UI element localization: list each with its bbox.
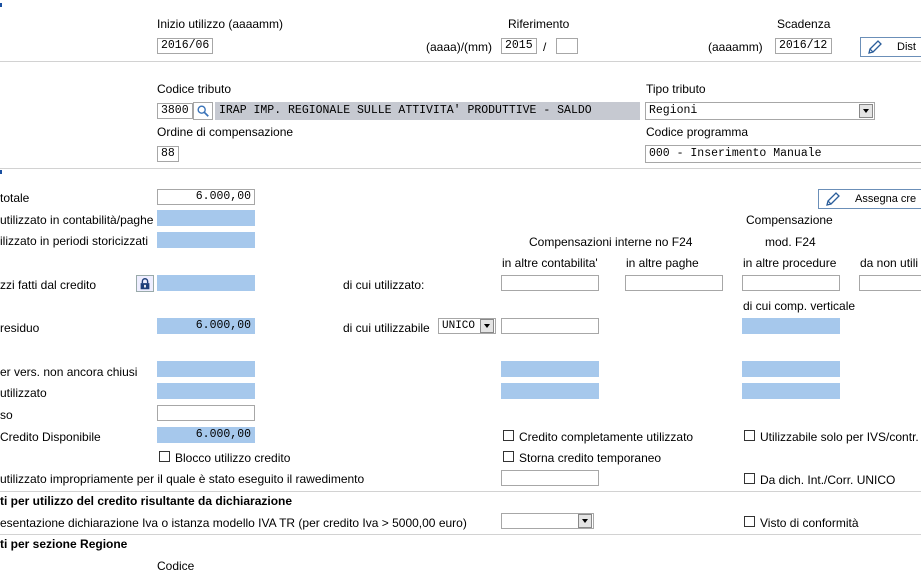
codice-tributo-input[interactable]: 3800 [157, 103, 193, 119]
altre-procedure-header: in altre procedure [743, 256, 837, 270]
regione-codice-label: Codice [157, 559, 195, 573]
verticale-label: di cui comp. verticale [743, 299, 856, 313]
ivs-label: Utilizzabile solo per IVS/contr. [760, 430, 919, 444]
section-marker [0, 170, 2, 174]
dist-button[interactable]: Dist [860, 37, 921, 57]
riferimento-format: (aaaa)/(mm) [426, 40, 493, 54]
utilizzato-procedure-input[interactable] [742, 275, 840, 291]
ivs-checkbox[interactable] [744, 430, 755, 441]
riferimento-separator: / [543, 40, 547, 54]
dichiarazione-section-title: ti per utilizzo del credito risultante d… [0, 494, 293, 508]
chevron-down-icon[interactable] [578, 514, 592, 528]
vers-procedure-field [742, 361, 840, 377]
programma-select[interactable]: 000 - Inserimento Manuale [645, 145, 921, 163]
inizio-label: Inizio utilizzo (aaaamm) [157, 17, 284, 31]
storicizzati-label: ilizzato in periodi storicizzati [0, 234, 149, 248]
assegna-button[interactable]: Assegna cre [818, 189, 921, 209]
storna-checkbox[interactable] [503, 451, 514, 462]
divider [0, 491, 921, 492]
dich-label: Da dich. Int./Corr. UNICO [760, 473, 896, 487]
utilizzabile-select-value: UNICO [442, 320, 476, 332]
tributo-description: IRAP IMP. REGIONALE SULLE ATTIVITA' PROD… [215, 102, 640, 120]
f24-header: mod. F24 [765, 235, 816, 249]
lock-button[interactable] [136, 275, 154, 292]
utilizzato-contabilita-input[interactable] [501, 275, 599, 291]
storicizzati-field [157, 232, 255, 248]
disponibile-field: 6.000,00 [157, 427, 255, 443]
pencil-icon [826, 192, 840, 206]
totale-input[interactable]: 6.000,00 [157, 189, 255, 205]
altre-contabilita-header: in altre contabilita' [502, 256, 598, 270]
di-cui-utilizzato-label: di cui utilizzato: [343, 278, 425, 292]
visto-label: Visto di conformità [760, 516, 859, 530]
vers-label: er vers. non ancora chiusi [0, 365, 138, 379]
riferimento-label: Riferimento [508, 17, 570, 31]
dist-button-label: Dist [897, 41, 916, 53]
disponibile-label: Credito Disponibile [0, 430, 101, 444]
completamente-label: Credito completamente utilizzato [519, 430, 694, 444]
scadenza-input[interactable]: 2016/12 [775, 38, 832, 54]
rawed-label: utilizzato impropriamente per il quale è… [0, 472, 365, 486]
so-input[interactable] [157, 405, 255, 421]
utilizzato-contabilita-field [501, 383, 599, 399]
inizio-input[interactable]: 2016/06 [157, 38, 213, 54]
divider [0, 61, 921, 62]
pencil-icon [868, 40, 882, 54]
tipo-tributo-select[interactable]: Regioni [645, 102, 875, 120]
residuo-label: residuo [0, 321, 40, 335]
rawed-input[interactable] [501, 470, 599, 486]
utilizzato-label: utilizzato [0, 386, 47, 400]
scadenza-label: Scadenza [777, 17, 831, 31]
programma-label: Codice programma [646, 125, 749, 139]
totale-label: totale [0, 191, 30, 205]
da-non-header: da non utili [860, 256, 919, 270]
divider [0, 534, 921, 535]
vers-contabilita-field [501, 361, 599, 377]
divider [0, 168, 921, 169]
visto-checkbox[interactable] [744, 516, 755, 527]
ordine-label: Ordine di compensazione [157, 125, 294, 139]
section-marker [0, 3, 2, 7]
vers-field [157, 361, 255, 377]
completamente-checkbox[interactable] [503, 430, 514, 441]
chevron-down-icon[interactable] [480, 319, 494, 333]
scadenza-format: (aaaamm) [708, 40, 763, 54]
contab-label: utilizzato in contabilità/paghe [0, 213, 154, 227]
utilizzato-da-non-input[interactable] [859, 275, 921, 291]
programma-value: 000 - Inserimento Manuale [649, 147, 822, 160]
contab-field [157, 210, 255, 226]
utilizzato-field [157, 383, 255, 399]
codice-search-button[interactable] [193, 102, 213, 120]
presentazione-label: esentazione dichiarazione Iva o istanza … [0, 516, 467, 530]
tipo-tributo-label: Tipo tributo [646, 82, 706, 96]
assegna-button-label: Assegna cre [855, 193, 917, 205]
utilizzato-procedure-field [742, 383, 840, 399]
regione-section-title: ti per sezione Regione [0, 537, 128, 551]
verticale-field [742, 318, 840, 334]
utilizzato-paghe-input[interactable] [625, 275, 723, 291]
ordine-input[interactable]: 88 [157, 146, 179, 162]
lock-icon [140, 278, 150, 290]
di-cui-utilizzabile-label: di cui utilizzabile [343, 321, 430, 335]
fatti-field [157, 275, 255, 291]
riferimento-month-input[interactable] [556, 38, 578, 54]
so-label: so [0, 408, 13, 422]
codice-tributo-label: Codice tributo [157, 82, 232, 96]
blocco-label: Blocco utilizzo credito [175, 451, 291, 465]
riferimento-year-input[interactable]: 2015 [501, 38, 537, 54]
compensazione-header: Compensazione [746, 213, 833, 227]
altre-paghe-header: in altre paghe [626, 256, 699, 270]
tipo-tributo-value: Regioni [649, 104, 698, 117]
interne-header: Compensazioni interne no F24 [529, 235, 693, 249]
chevron-down-icon[interactable] [859, 104, 873, 118]
dich-checkbox[interactable] [744, 473, 755, 484]
blocco-checkbox[interactable] [159, 451, 170, 462]
residuo-field: 6.000,00 [157, 318, 255, 334]
search-icon [197, 105, 209, 117]
utilizzabile-input[interactable] [501, 318, 599, 334]
fatti-label: zzi fatti dal credito [0, 278, 97, 292]
storna-label: Storna credito temporaneo [519, 451, 662, 465]
